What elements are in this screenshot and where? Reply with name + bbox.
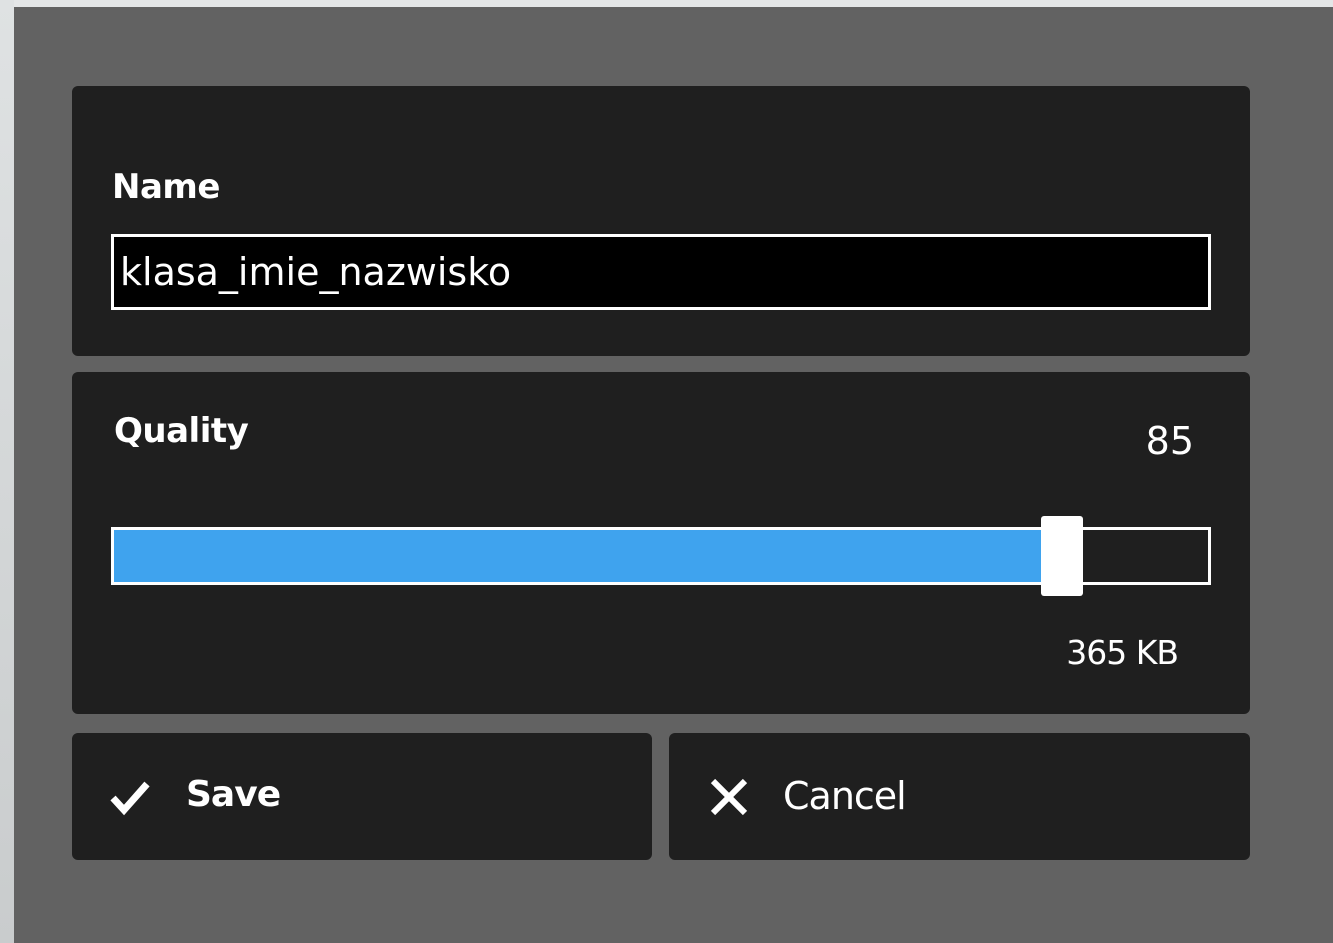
file-size-label: 365 KB bbox=[1066, 633, 1179, 672]
close-icon bbox=[709, 777, 749, 817]
quality-value: 85 bbox=[1145, 419, 1194, 463]
quality-panel: Quality 85 365 KB bbox=[72, 372, 1250, 714]
checkmark-icon bbox=[110, 777, 150, 817]
quality-slider-fill bbox=[114, 530, 1041, 582]
quality-slider[interactable] bbox=[111, 516, 1211, 596]
name-panel: Name bbox=[72, 86, 1250, 356]
quality-slider-thumb[interactable] bbox=[1041, 516, 1083, 596]
cancel-button-label: Cancel bbox=[783, 774, 907, 818]
window-top-edge bbox=[0, 0, 1333, 7]
save-button-label: Save bbox=[186, 774, 281, 815]
name-label: Name bbox=[112, 167, 220, 207]
name-input[interactable] bbox=[111, 234, 1211, 310]
cancel-button[interactable]: Cancel bbox=[669, 733, 1250, 860]
quality-label: Quality bbox=[114, 411, 249, 451]
window-left-edge bbox=[0, 0, 14, 943]
save-button[interactable]: Save bbox=[72, 733, 652, 860]
